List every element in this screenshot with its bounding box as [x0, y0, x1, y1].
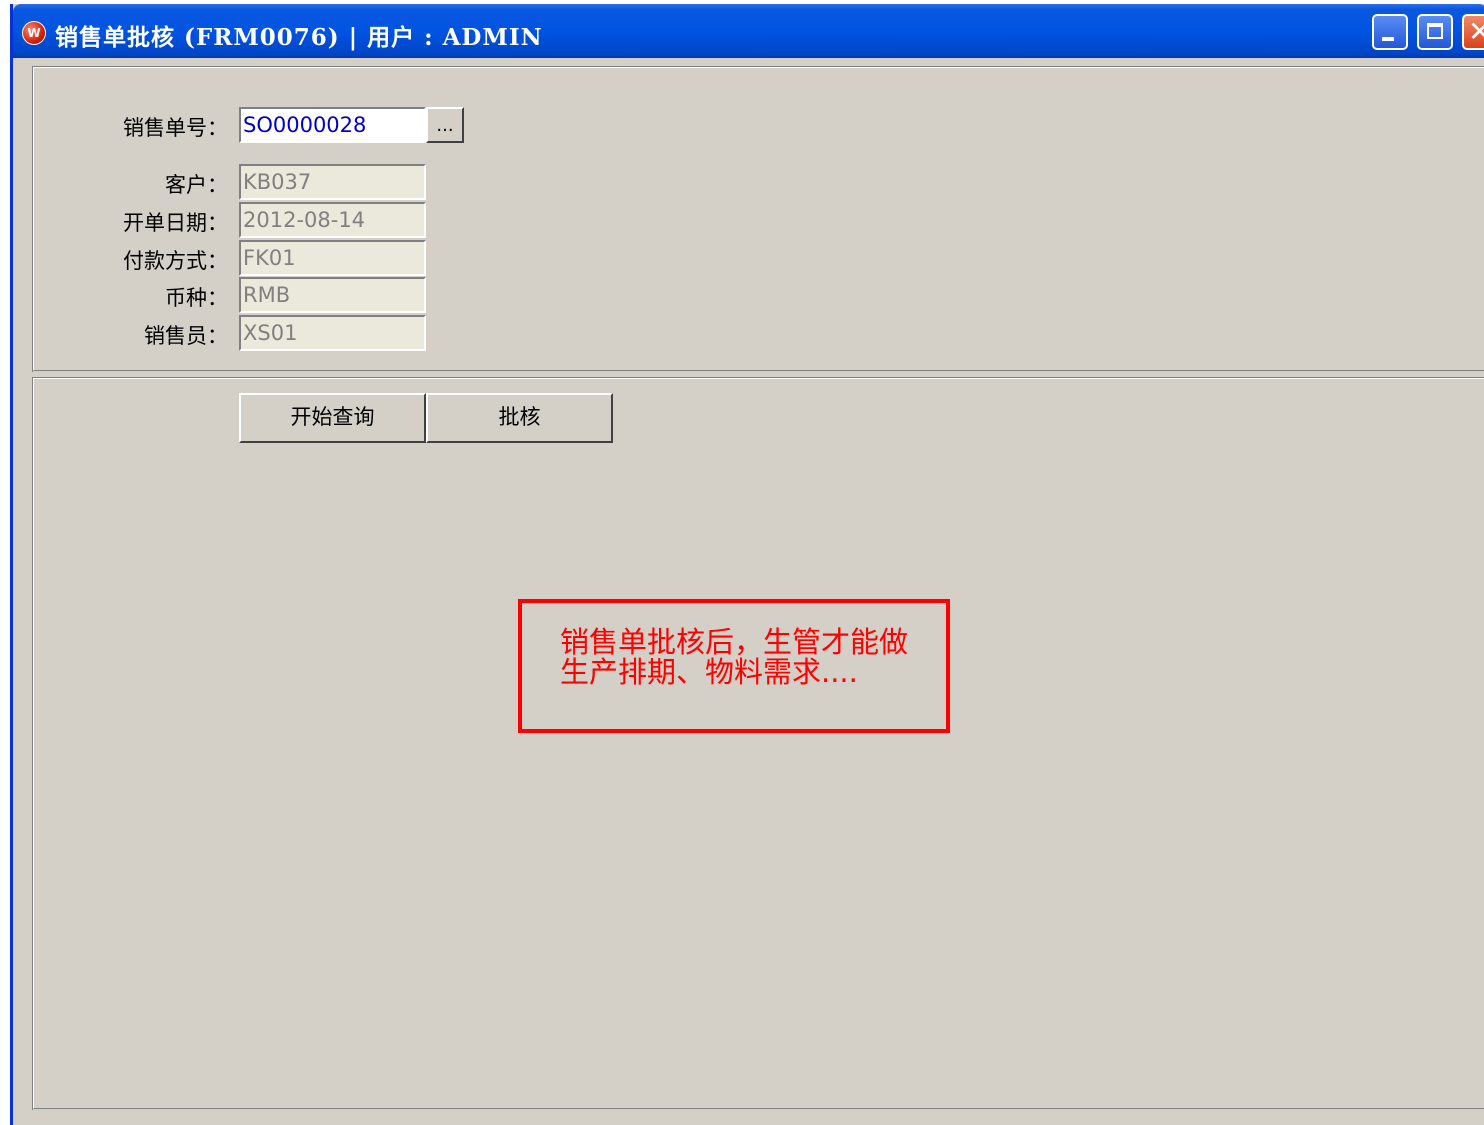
- annotation-box: 销售单批核后，生管才能做生产排期、物料需求....: [518, 599, 950, 733]
- maximize-icon: [1427, 23, 1443, 39]
- customer-label: 客户：: [165, 173, 228, 197]
- payment-method-field: FK01: [239, 240, 426, 276]
- order-date-label: 开单日期：: [123, 211, 228, 235]
- minimize-icon: [1382, 37, 1394, 41]
- order-no-input[interactable]: SO0000028: [239, 107, 426, 143]
- order-no-label: 销售单号：: [123, 116, 228, 140]
- maximize-button[interactable]: [1417, 14, 1453, 50]
- approve-button[interactable]: 批核: [426, 393, 613, 443]
- window-title: 销售单批核 (FRM0076) | 用户 : ADMIN: [55, 24, 543, 51]
- currency-field: RMB: [239, 277, 426, 313]
- close-button[interactable]: ✕: [1462, 14, 1484, 50]
- order-browse-button[interactable]: ...: [426, 107, 464, 143]
- minimize-button[interactable]: [1372, 14, 1408, 50]
- order-info-panel: 销售单号： SO0000028 ... 客户： KB037 开单日期： 2012…: [32, 66, 1484, 372]
- currency-label: 币种：: [165, 286, 228, 310]
- title-bar[interactable]: W 销售单批核 (FRM0076) | 用户 : ADMIN ✕: [13, 4, 1484, 58]
- order-date-field: 2012-08-14: [239, 202, 426, 238]
- salesperson-label: 销售员：: [144, 324, 228, 348]
- start-query-button[interactable]: 开始查询: [239, 393, 426, 443]
- customer-field: KB037: [239, 164, 426, 200]
- salesperson-field: XS01: [239, 315, 426, 351]
- payment-method-label: 付款方式：: [123, 249, 228, 273]
- annotation-text: 销售单批核后，生管才能做生产排期、物料需求....: [560, 625, 909, 689]
- app-logo-icon: W: [22, 21, 46, 45]
- action-panel: 开始查询 批核 销售单批核后，生管才能做生产排期、物料需求....: [32, 377, 1484, 1110]
- close-icon: ✕: [1468, 15, 1484, 48]
- app-window: W 销售单批核 (FRM0076) | 用户 : ADMIN ✕ 销售单号： S…: [10, 4, 1484, 1125]
